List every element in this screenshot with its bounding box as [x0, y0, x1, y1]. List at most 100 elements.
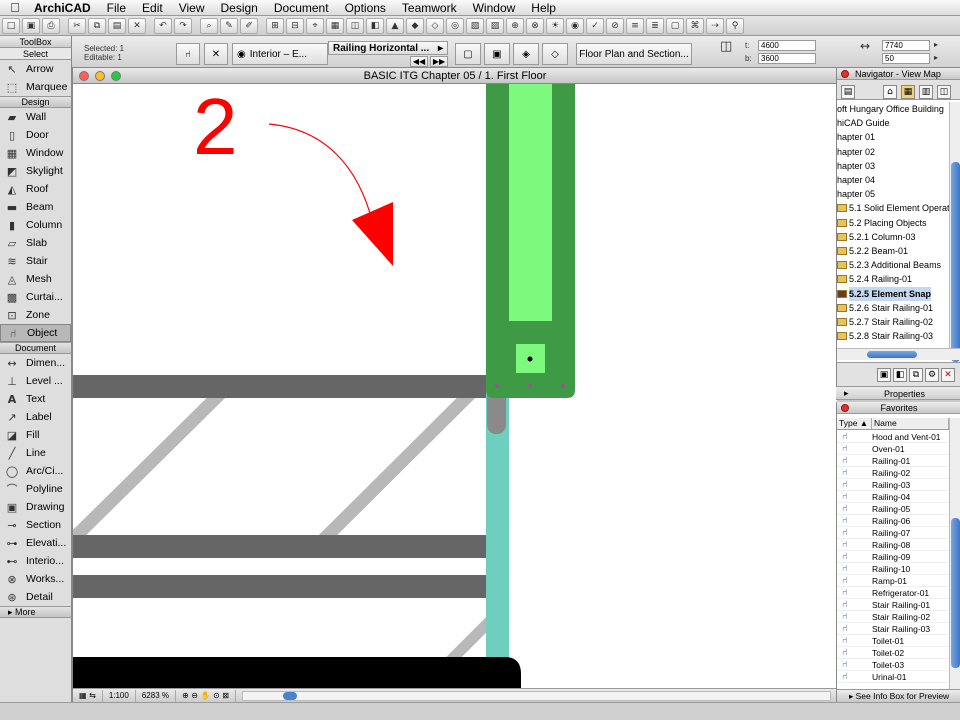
publisher-icon[interactable]: ◫ [937, 85, 951, 99]
menu-document[interactable]: Document [266, 1, 337, 15]
worksheet-icon[interactable]: ▧ [466, 17, 484, 34]
favorite-item[interactable]: ⑁ Ramp-01 [837, 575, 949, 587]
tool-text[interactable]: A Text [0, 390, 71, 408]
chevron-right-icon[interactable]: ▸ [934, 40, 938, 49]
menu-help[interactable]: Help [523, 1, 564, 15]
mark-icon[interactable]: ✓ [586, 17, 604, 34]
tool-beam[interactable]: ▬ Beam [0, 198, 71, 216]
view-map-item[interactable]: 5.2.6 Stair Railing-01 [837, 301, 949, 315]
favorite-item[interactable]: ⑁ Urinal-01 [837, 671, 949, 683]
favorite-item[interactable]: ⑁ Stair Railing-02 [837, 611, 949, 623]
favorites-chair-icon[interactable]: ⑁ [176, 43, 200, 65]
tool-level-dimension[interactable]: ⊥ Level ... [0, 372, 71, 390]
delete-icon[interactable]: ✕ [128, 17, 146, 34]
anchor-point-icon[interactable]: ▢ [455, 43, 481, 65]
design-section-header[interactable]: Design [0, 96, 71, 108]
close-icon[interactable] [841, 70, 849, 78]
layout-icon[interactable]: ▨ [486, 17, 504, 34]
guide-line-icon[interactable]: ⊟ [286, 17, 304, 34]
distribute-icon[interactable]: ≣ [646, 17, 664, 34]
favorite-item[interactable]: ⑁ Refrigerator-01 [837, 587, 949, 599]
object-name-field[interactable]: Railing Horizontal ... ▸ [328, 41, 448, 55]
more-section-header[interactable]: ▸ More [0, 606, 71, 618]
publish-icon[interactable]: ⊕ [506, 17, 524, 34]
new-folder-icon[interactable]: ▣ [877, 368, 891, 382]
settings-icon[interactable]: ⚙ [925, 368, 939, 382]
favorite-item[interactable]: ⑁ Toilet-02 [837, 647, 949, 659]
view-map-item[interactable]: 5.2.4 Railing-01 [837, 272, 949, 286]
width-field[interactable]: 50 [882, 53, 930, 64]
hotspot-point[interactable] [527, 356, 533, 362]
favorite-item[interactable]: ⑁ Railing-01 [837, 455, 949, 467]
favorites-list[interactable]: ⑁ Hood and Vent-01 ⑁ Oven-01 ⑁ Railing-01 ⑁ Rai… [837, 431, 949, 689]
tool-polyline[interactable]: ⌒ Polyline [0, 480, 71, 498]
top-offset-field[interactable]: 4600 [758, 40, 816, 51]
detail-icon[interactable]: ◎ [446, 17, 464, 34]
view-map-tree[interactable]: oft Hungary Office Building hiCAD Guide ha… [837, 102, 949, 348]
delete-icon[interactable]: ✕ [941, 368, 955, 382]
previous-icon[interactable]: ◀◀ [410, 56, 428, 67]
railing-rail-top[interactable] [73, 375, 487, 398]
tool-detail[interactable]: ⊛ Detail [0, 588, 71, 606]
save-icon[interactable]: ▣ [22, 17, 40, 34]
go-icon[interactable]: ⇢ [706, 17, 724, 34]
favorite-item[interactable]: ⑁ Railing-03 [837, 479, 949, 491]
menu-edit[interactable]: Edit [134, 1, 171, 15]
vertical-scrollbar[interactable] [949, 418, 960, 689]
favorite-item[interactable]: ⑁ Toilet-03 [837, 659, 949, 671]
view-map-item[interactable]: 5.1 Solid Element Operatio [837, 201, 949, 215]
slab-element[interactable] [73, 657, 521, 690]
menu-design[interactable]: Design [213, 1, 266, 15]
hotspot-point[interactable] [528, 384, 532, 388]
tool-skylight[interactable]: ◩ Skylight [0, 162, 71, 180]
floor-plan-canvas[interactable]: 2 [73, 84, 837, 690]
tool-curtain-wall[interactable]: ▩ Curtai... [0, 288, 71, 306]
view-map-item[interactable]: 5.2.2 Beam-01 [837, 244, 949, 258]
menu-view[interactable]: View [171, 1, 213, 15]
zoom-display[interactable]: 6283 % [136, 689, 176, 702]
menu-window[interactable]: Window [465, 1, 524, 15]
railing-rail-lower[interactable] [73, 575, 487, 598]
scroll-thumb[interactable] [867, 351, 917, 358]
view-map-item[interactable]: 5.2.1 Column-03 [837, 230, 949, 244]
pick-up-icon[interactable]: ✎ [220, 17, 238, 34]
tool-roof[interactable]: ◭ Roof [0, 180, 71, 198]
length-field[interactable]: 7740 [882, 40, 930, 51]
save-view-icon[interactable]: ◧ [893, 368, 907, 382]
favorite-item[interactable]: ⑁ Railing-04 [837, 491, 949, 503]
favorite-item[interactable]: ⑁ Railing-02 [837, 467, 949, 479]
group-icon[interactable]: ▢ [666, 17, 684, 34]
close-icon[interactable] [79, 71, 89, 81]
type-column-header[interactable]: Type ▲ [837, 418, 872, 429]
home-icon[interactable]: ⌂ [883, 85, 897, 99]
align-icon[interactable]: ≡ [626, 17, 644, 34]
zoom-icon[interactable]: ⚲ [726, 17, 744, 34]
favorite-item[interactable]: ⑁ Stair Railing-01 [837, 599, 949, 611]
lock-icon[interactable]: ⌘ [686, 17, 704, 34]
inject-icon[interactable]: ✐ [240, 17, 258, 34]
layer-selector[interactable]: ◉ Interior – E... [232, 43, 328, 65]
tool-marquee[interactable]: ⬚ Marquee [0, 78, 71, 96]
section-icon[interactable]: ◆ [406, 17, 424, 34]
favorite-item[interactable]: ⑁ Railing-08 [837, 539, 949, 551]
scroll-thumb[interactable] [282, 691, 297, 700]
tool-arc[interactable]: ◯ Arc/Ci... [0, 462, 71, 480]
name-column-header[interactable]: Name [872, 418, 949, 429]
teamwork-icon[interactable]: ⊗ [526, 17, 544, 34]
bottom-offset-field[interactable]: 3600 [758, 53, 816, 64]
trace-icon[interactable]: ◧ [366, 17, 384, 34]
favorite-item[interactable]: ⑁ Railing-05 [837, 503, 949, 515]
clone-icon[interactable]: ⧉ [909, 368, 923, 382]
vertical-scrollbar[interactable] [949, 102, 960, 362]
trace-compare-icon[interactable]: ⊘ [606, 17, 624, 34]
tool-wall[interactable]: ▰ Wall [0, 108, 71, 126]
favorite-item[interactable]: ⑁ Railing-09 [837, 551, 949, 563]
scroll-thumb[interactable] [951, 518, 960, 668]
view-map-item[interactable]: hapter 05 [837, 187, 949, 201]
layout-book-icon[interactable]: ▥ [919, 85, 933, 99]
project-map-icon[interactable]: ▤ [841, 85, 855, 99]
cut-icon[interactable]: ✂ [68, 17, 86, 34]
elevation-icon[interactable]: ◇ [426, 17, 444, 34]
mirror-icon[interactable]: ◇ [542, 43, 568, 65]
redo-icon[interactable]: ↷ [174, 17, 192, 34]
